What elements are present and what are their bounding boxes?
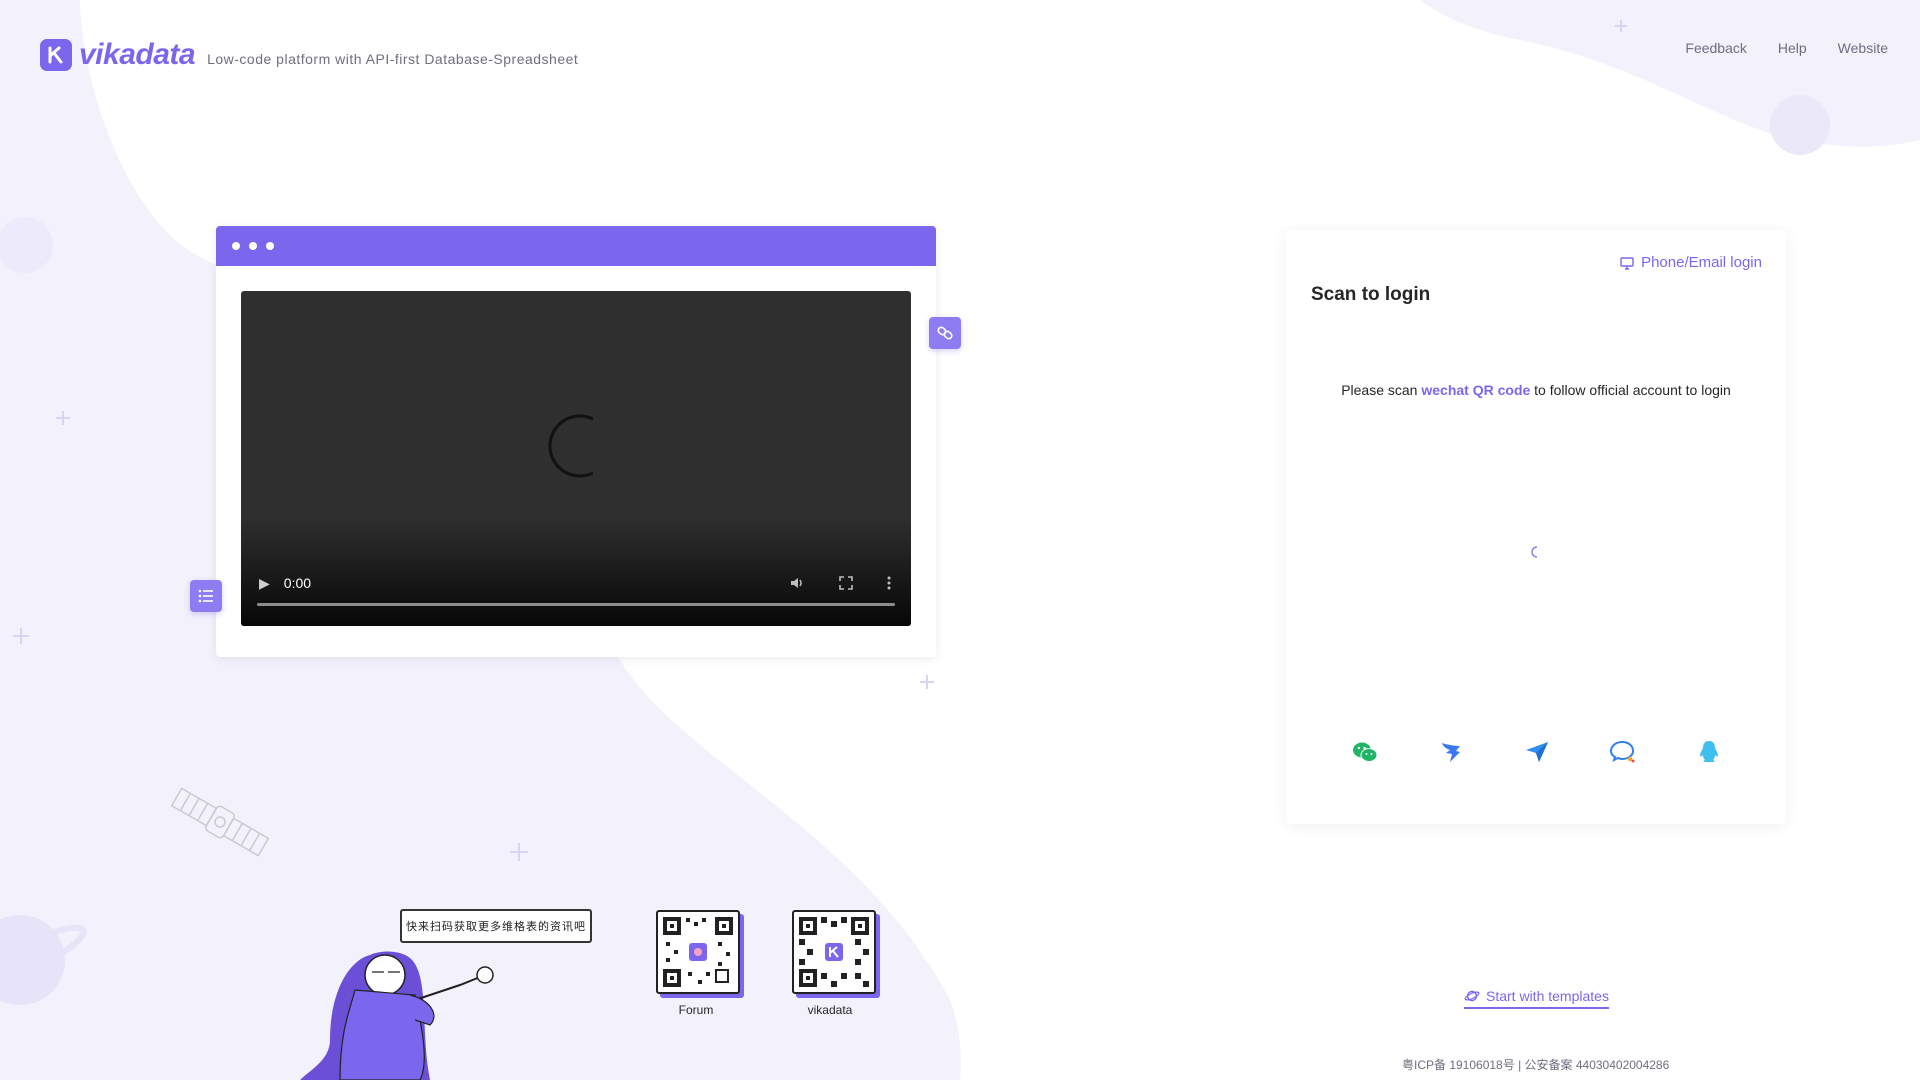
fullscreen-icon[interactable] <box>839 576 853 590</box>
play-icon[interactable]: ▶ <box>259 575 270 592</box>
vikadata-logo-icon <box>40 39 72 71</box>
qr-loading-spinner-icon <box>1531 546 1538 558</box>
phone-email-login-label: Phone/Email login <box>1641 254 1762 271</box>
intro-video-card: ▶ 0:00 <box>216 226 936 657</box>
window-title-bar <box>216 226 936 266</box>
window-dot <box>266 242 274 250</box>
vikadata-qr-code <box>792 910 876 994</box>
login-title: Scan to login <box>1311 284 1431 305</box>
scan-instructions: Please scan wechat QR code to follow off… <box>1286 382 1786 398</box>
link-icon <box>937 326 953 340</box>
forum-qr-label: Forum <box>678 1003 714 1017</box>
third-party-login-options <box>1352 739 1722 765</box>
list-button[interactable] <box>190 580 222 612</box>
nav-feedback[interactable]: Feedback <box>1685 40 1746 56</box>
wechat-icon[interactable] <box>1352 739 1378 765</box>
speech-bubble: 快来扫码获取更多维格表的资讯吧 <box>400 909 592 943</box>
nav-website[interactable]: Website <box>1838 40 1888 56</box>
window-dot <box>232 242 240 250</box>
scan-tip-suffix: to follow official account to login <box>1530 382 1731 398</box>
scan-tip-highlight: wechat QR code <box>1421 382 1531 398</box>
brand-tagline: Low-code platform with API-first Databas… <box>207 51 579 67</box>
planet-icon <box>1464 990 1480 1002</box>
video-time: 0:00 <box>283 575 312 591</box>
more-icon[interactable] <box>887 576 891 590</box>
start-with-templates-label: Start with templates <box>1486 988 1609 1004</box>
vikadata-qr-label: vikadata <box>807 1003 853 1017</box>
icp-record: 粤ICP备 19106018号 | 公安备案 44030402004286 <box>1402 1058 1670 1072</box>
wecom-icon[interactable] <box>1610 739 1636 765</box>
nav-help[interactable]: Help <box>1778 40 1807 56</box>
login-panel: Phone/Email login Scan to login Please s… <box>1286 230 1786 824</box>
window-dot <box>249 242 257 250</box>
video-player[interactable]: ▶ 0:00 <box>241 291 911 626</box>
list-icon <box>198 589 213 603</box>
start-with-templates-link[interactable]: Start with templates <box>1464 988 1609 1009</box>
link-button[interactable] <box>929 317 961 349</box>
top-navigation: Feedback Help Website <box>1685 40 1888 56</box>
feishu-icon[interactable] <box>1524 739 1550 765</box>
video-progress-bar[interactable] <box>257 603 895 606</box>
phone-email-login-link[interactable]: Phone/Email login <box>1620 254 1762 271</box>
brand-name: vikadata <box>79 38 196 71</box>
brand-logo[interactable]: vikadata Low-code platform with API-firs… <box>40 38 578 72</box>
dingtalk-icon[interactable] <box>1438 739 1464 765</box>
monitor-icon <box>1620 256 1634 270</box>
volume-icon[interactable] <box>789 575 805 591</box>
video-controls: ▶ 0:00 <box>241 568 911 598</box>
loading-spinner-icon <box>548 414 593 478</box>
qq-icon[interactable] <box>1696 739 1722 765</box>
forum-qr-code <box>656 910 740 994</box>
scan-tip-prefix: Please scan <box>1341 382 1422 398</box>
